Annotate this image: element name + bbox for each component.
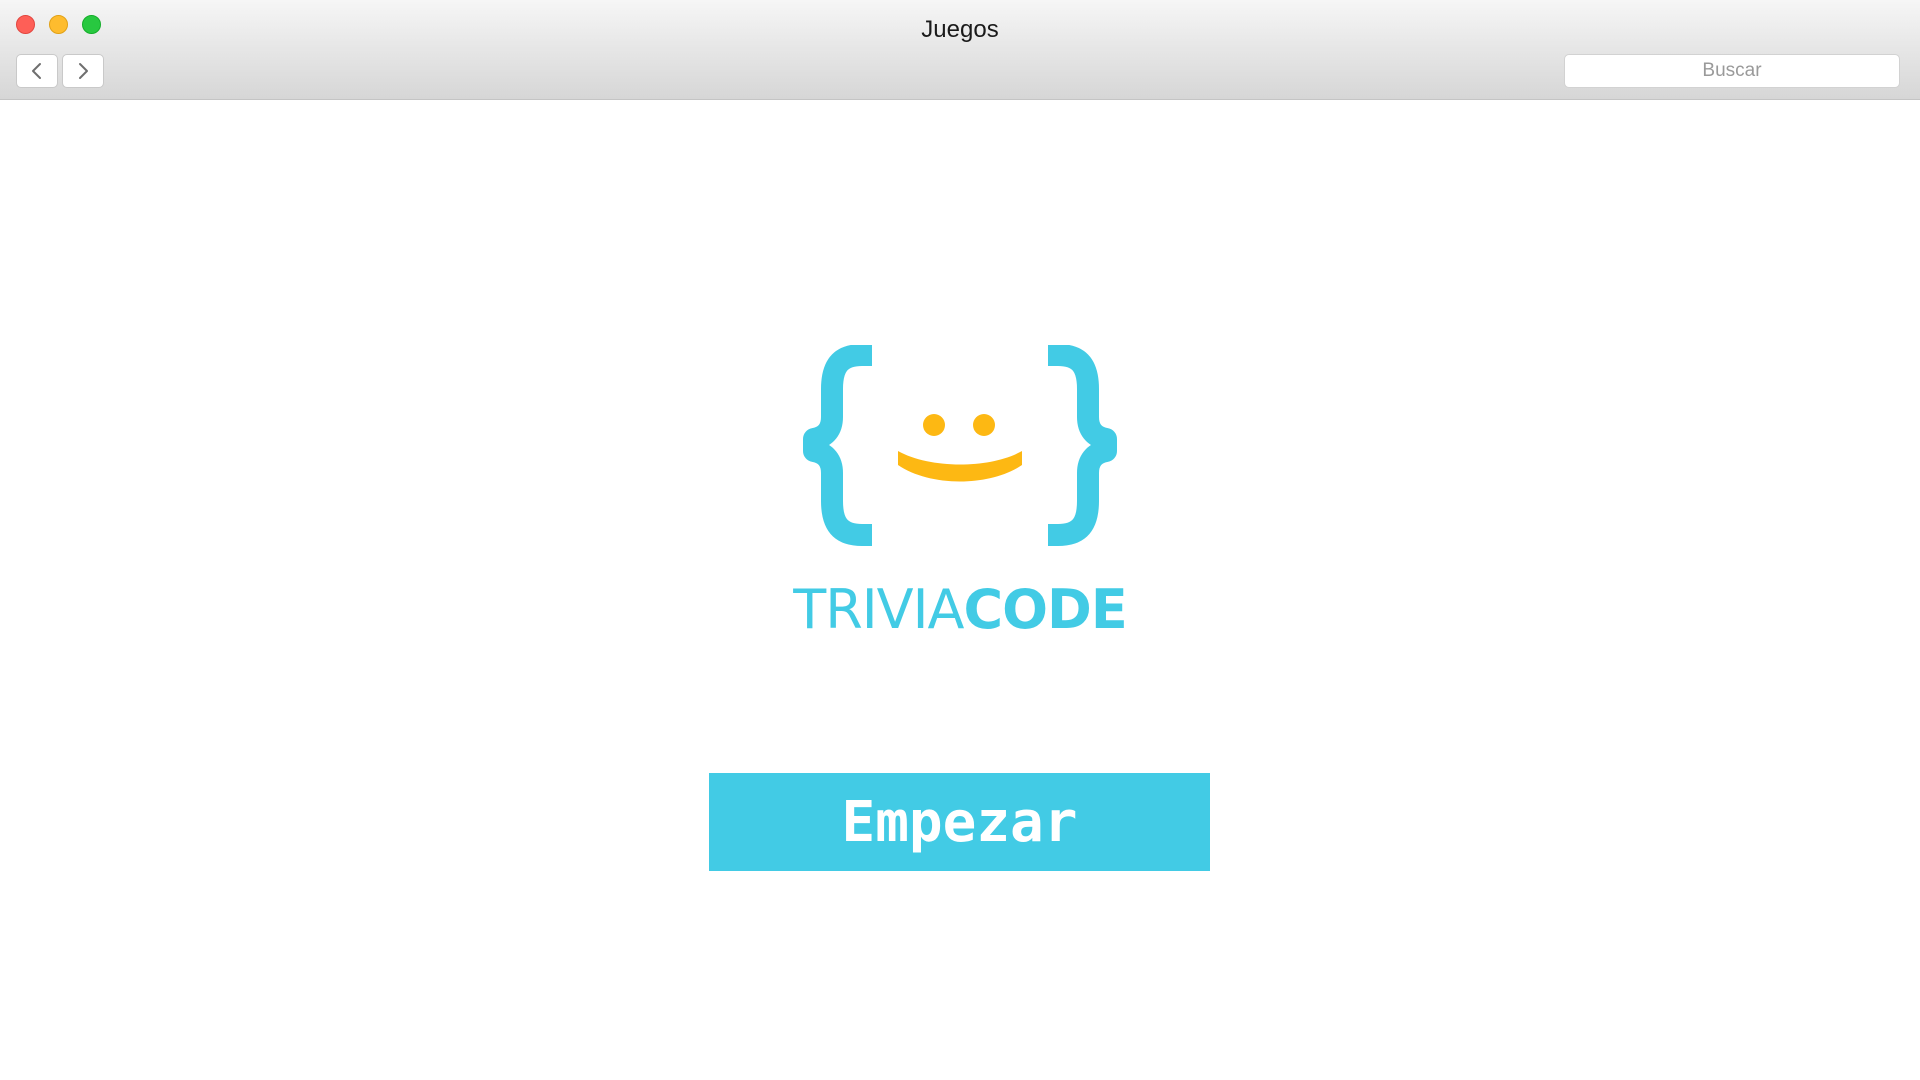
left-eye-icon [923, 414, 945, 436]
forward-button[interactable] [62, 54, 104, 88]
app-window: Juegos TRIVIACODE Empezar [0, 0, 1920, 1080]
back-button[interactable] [16, 54, 58, 88]
title-bar: Juegos [0, 0, 1920, 100]
window-title: Juegos [921, 16, 999, 43]
triviacode-logo [803, 345, 1117, 546]
chevron-right-icon [79, 63, 88, 79]
search-input[interactable] [1564, 54, 1900, 88]
brand-wordmark: TRIVIACODE [660, 578, 1260, 641]
right-eye-icon [973, 414, 995, 436]
chevron-left-icon [32, 63, 41, 79]
brand-name-bold: CODE [963, 578, 1128, 641]
brand-name-light: TRIVIA [793, 578, 964, 641]
start-button[interactable]: Empezar [709, 773, 1210, 871]
smile-icon [898, 451, 1022, 482]
left-brace-icon [803, 345, 873, 546]
right-brace-icon [1047, 345, 1117, 546]
